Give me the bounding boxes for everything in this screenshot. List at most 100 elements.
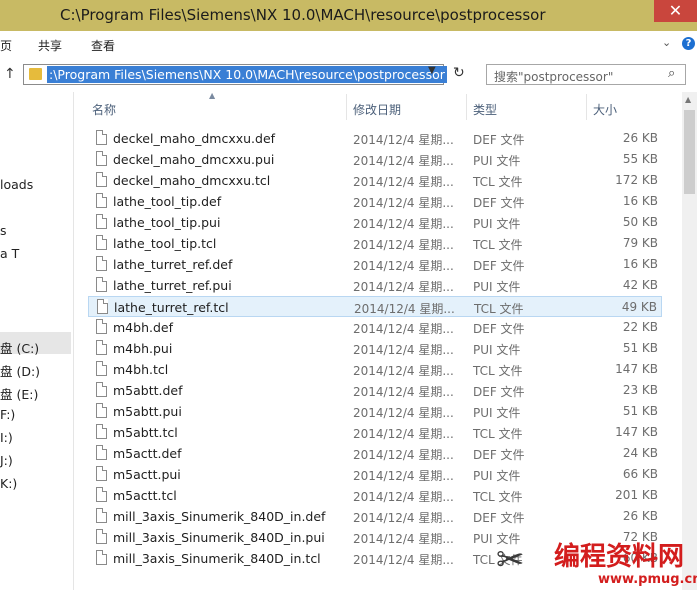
tab-share[interactable]: 共享 xyxy=(38,37,62,54)
file-row[interactable]: lathe_tool_tip.pui 2014/12/4 星期... PUI 文件 5… xyxy=(88,212,662,233)
file-row[interactable]: lathe_tool_tip.tcl 2014/12/4 星期... TCL 文件 7… xyxy=(88,233,662,254)
file-icon xyxy=(96,403,107,418)
file-name: lathe_tool_tip.pui xyxy=(113,215,221,230)
file-size: 49 KB xyxy=(621,300,657,314)
file-row[interactable]: deckel_maho_dmcxxu.tcl 2014/12/4 星期... TCL… xyxy=(88,170,662,191)
nav-item-downloads[interactable]: loads xyxy=(0,177,33,192)
search-placeholder: 搜索"postprocessor" xyxy=(494,70,614,84)
file-name: deckel_maho_dmcxxu.pui xyxy=(113,152,275,167)
file-name: mill_3axis_Sinumerik_840D_in.pui xyxy=(113,530,325,545)
file-name: deckel_maho_dmcxxu.tcl xyxy=(113,173,271,188)
file-name: m5actt.tcl xyxy=(113,488,177,503)
file-type: TCL 文件 xyxy=(473,427,523,441)
nav-item-s[interactable]: s xyxy=(0,223,7,238)
nav-item-a[interactable]: a T xyxy=(0,246,19,261)
refresh-icon[interactable]: ↻ xyxy=(453,65,465,81)
column-headers: ▲ 名称 修改日期 类型 大小 xyxy=(88,91,682,120)
sort-ascending-icon: ▲ xyxy=(209,91,216,100)
file-size: 24 KB xyxy=(622,446,658,460)
file-name: m5abtt.def xyxy=(113,383,183,398)
header-date[interactable]: 修改日期 xyxy=(353,101,401,118)
file-date: 2014/12/4 星期... xyxy=(353,469,454,483)
file-name: lathe_turret_ref.pui xyxy=(113,278,232,293)
file-date: 2014/12/4 星期... xyxy=(353,532,454,546)
file-size: 16 KB xyxy=(622,194,658,208)
column-separator[interactable] xyxy=(346,94,347,120)
file-name: lathe_turret_ref.def xyxy=(113,257,233,272)
file-type: TCL 文件 xyxy=(473,175,523,189)
file-row[interactable]: deckel_maho_dmcxxu.def 2014/12/4 星期... DEF… xyxy=(88,128,662,149)
file-date: 2014/12/4 星期... xyxy=(353,364,454,378)
header-size[interactable]: 大小 xyxy=(593,101,617,118)
file-row[interactable]: m4bh.pui 2014/12/4 星期... PUI 文件 51 KB xyxy=(88,338,662,359)
search-icon[interactable]: ⌕ xyxy=(668,66,675,81)
file-type: TCL 文件 xyxy=(473,490,523,504)
file-type: PUI 文件 xyxy=(473,280,521,294)
title-bar: C:\Program Files\Siemens\NX 10.0\MACH\re… xyxy=(0,0,697,31)
close-button[interactable]: ✕ xyxy=(654,0,697,22)
address-path[interactable]: :\Program Files\Siemens\NX 10.0\MACH\res… xyxy=(47,66,447,83)
address-dropdown-icon[interactable]: ▼ xyxy=(428,65,436,76)
file-icon xyxy=(96,340,107,355)
file-type: DEF 文件 xyxy=(473,448,525,462)
file-name: deckel_maho_dmcxxu.def xyxy=(113,131,276,146)
file-name: lathe_turret_ref.tcl xyxy=(114,300,229,315)
tab-view[interactable]: 查看 xyxy=(91,37,115,54)
chevron-down-icon[interactable]: ⌄ xyxy=(662,36,671,49)
file-type: DEF 文件 xyxy=(473,322,525,336)
file-size: 22 KB xyxy=(622,320,658,334)
file-size: 23 KB xyxy=(622,383,658,397)
file-icon xyxy=(96,193,107,208)
search-input[interactable]: 搜索"postprocessor" ⌕ xyxy=(486,64,686,85)
nav-item-drive-d[interactable]: 盘 (D:) xyxy=(0,361,40,380)
file-row[interactable]: m5actt.pui 2014/12/4 星期... PUI 文件 66 KB xyxy=(88,464,662,485)
file-icon xyxy=(96,508,107,523)
vertical-scrollbar[interactable]: ▲ xyxy=(682,92,697,590)
file-row[interactable]: m4bh.tcl 2014/12/4 星期... TCL 文件 147 KB xyxy=(88,359,662,380)
nav-item-drive-f[interactable]: F:) xyxy=(0,407,15,422)
file-row[interactable]: m5actt.tcl 2014/12/4 星期... TCL 文件 201 KB xyxy=(88,485,662,506)
column-separator[interactable] xyxy=(466,94,467,120)
column-separator[interactable] xyxy=(586,94,587,120)
file-type: PUI 文件 xyxy=(473,154,521,168)
tools-icon: ✂ xyxy=(496,540,525,580)
nav-item-drive-c[interactable]: 盘 (C:) xyxy=(0,338,39,357)
file-type: PUI 文件 xyxy=(473,406,521,420)
address-bar[interactable]: :\Program Files\Siemens\NX 10.0\MACH\res… xyxy=(23,64,447,85)
file-size: 147 KB xyxy=(615,425,658,439)
file-date: 2014/12/4 星期... xyxy=(353,133,454,147)
file-size: 51 KB xyxy=(622,404,658,418)
file-row[interactable]: m5abtt.pui 2014/12/4 星期... PUI 文件 51 KB xyxy=(88,401,662,422)
file-row[interactable]: mill_3axis_Sinumerik_840D_in.def 2014/12/… xyxy=(88,506,662,527)
help-icon[interactable]: ? xyxy=(682,37,695,50)
file-size: 26 KB xyxy=(622,131,658,145)
file-icon xyxy=(96,214,107,229)
file-date: 2014/12/4 星期... xyxy=(353,343,454,357)
file-size: 147 KB xyxy=(615,362,658,376)
file-icon xyxy=(96,382,107,397)
file-row[interactable]: m5actt.def 2014/12/4 星期... DEF 文件 24 KB xyxy=(88,443,662,464)
file-row[interactable]: lathe_tool_tip.def 2014/12/4 星期... DEF 文件 1… xyxy=(88,191,662,212)
tab-home[interactable]: 页 xyxy=(0,37,12,54)
file-row[interactable]: m4bh.def 2014/12/4 星期... DEF 文件 22 KB xyxy=(88,317,662,338)
file-date: 2014/12/4 星期... xyxy=(354,302,455,316)
header-name[interactable]: 名称 xyxy=(92,101,116,118)
file-row[interactable]: lathe_turret_ref.def 2014/12/4 星期... DEF 文… xyxy=(88,254,662,275)
file-row[interactable]: lathe_turret_ref.tcl 2014/12/4 星期... TCL 文… xyxy=(88,296,662,317)
file-row[interactable]: deckel_maho_dmcxxu.pui 2014/12/4 星期... PUI… xyxy=(88,149,662,170)
nav-item-drive-e[interactable]: 盘 (E:) xyxy=(0,384,38,403)
file-icon xyxy=(96,277,107,292)
file-row[interactable]: lathe_turret_ref.pui 2014/12/4 星期... PUI 文… xyxy=(88,275,662,296)
nav-item-drive-k[interactable]: K:) xyxy=(0,476,17,491)
file-name: m5actt.pui xyxy=(113,467,181,482)
nav-item-drive-i[interactable]: I:) xyxy=(0,430,13,445)
nav-item-drive-j[interactable]: J:) xyxy=(0,453,13,468)
file-row[interactable]: m5abtt.def 2014/12/4 星期... DEF 文件 23 KB xyxy=(88,380,662,401)
scrollbar-thumb[interactable] xyxy=(684,110,695,194)
scroll-up-icon[interactable]: ▲ xyxy=(685,95,691,104)
file-date: 2014/12/4 星期... xyxy=(353,448,454,462)
header-type[interactable]: 类型 xyxy=(473,101,497,118)
watermark-url: www.pmug.cn xyxy=(598,572,697,587)
file-row[interactable]: m5abtt.tcl 2014/12/4 星期... TCL 文件 147 KB xyxy=(88,422,662,443)
up-arrow-icon[interactable]: ↑ xyxy=(4,66,16,82)
